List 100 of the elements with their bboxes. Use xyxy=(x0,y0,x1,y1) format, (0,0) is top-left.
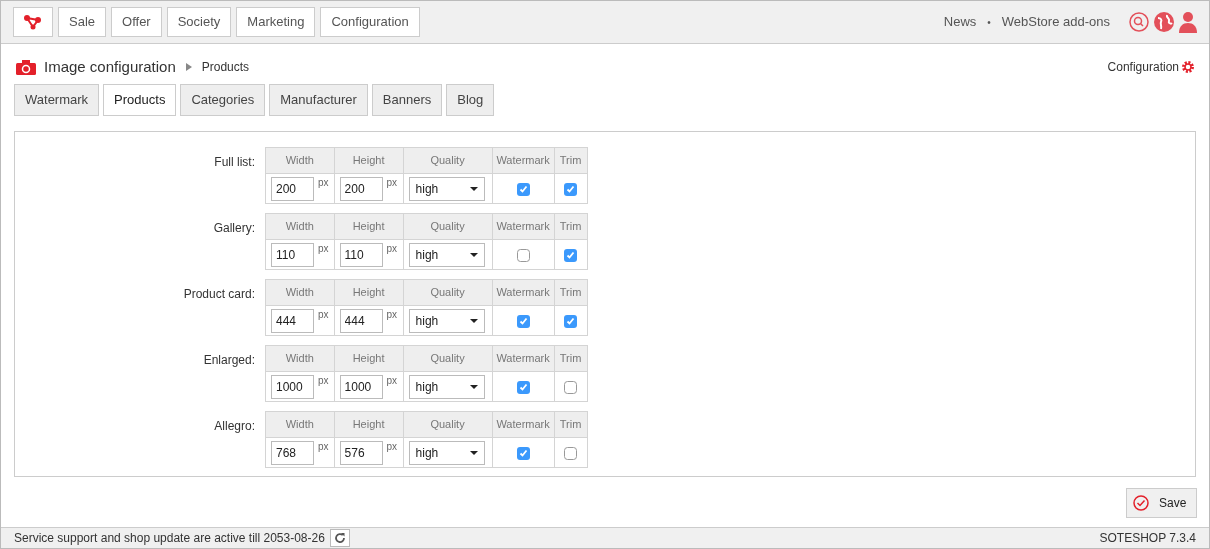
tab[interactable]: Categories xyxy=(180,84,266,116)
row-label: Product card: xyxy=(183,287,255,301)
quality-select[interactable]: high xyxy=(408,440,485,465)
nav-button[interactable]: Sale xyxy=(58,7,107,37)
checkbox[interactable] xyxy=(564,380,578,394)
row-label: Allegro: xyxy=(214,419,255,433)
column-header: Height xyxy=(334,213,404,240)
separator-dot: • xyxy=(987,15,991,30)
search-icon[interactable] xyxy=(1129,12,1149,32)
support-status-text: Service support and shop update are active till 2053-08-26 xyxy=(14,530,325,547)
quality-select[interactable]: high xyxy=(408,374,485,399)
checkbox[interactable] xyxy=(564,248,578,262)
unit-label: px xyxy=(318,307,329,322)
size-field[interactable]: 768 xyxy=(271,440,314,465)
quality-select[interactable]: high xyxy=(408,176,485,201)
column-header: Width xyxy=(265,345,335,372)
row-label: Full list: xyxy=(214,155,255,169)
tab[interactable]: Manufacturer xyxy=(269,84,368,116)
column-header: Width xyxy=(265,213,335,240)
nav-button[interactable]: Marketing xyxy=(236,7,316,37)
unit-label: px xyxy=(318,175,329,190)
configuration-link[interactable]: Configuration xyxy=(1107,58,1179,76)
column-header: Watermark xyxy=(492,411,555,438)
globe-icon[interactable] xyxy=(1154,12,1174,32)
unit-label: px xyxy=(386,307,398,322)
breadcrumb-arrow-icon xyxy=(185,63,192,71)
size-field[interactable]: 1000 xyxy=(271,374,314,399)
quality-select[interactable]: high xyxy=(408,242,485,267)
column-header: Watermark xyxy=(492,279,555,306)
column-header: Trim xyxy=(554,345,588,372)
size-field[interactable]: 444 xyxy=(339,308,383,333)
column-header: Width xyxy=(265,279,335,306)
caret-icon xyxy=(469,450,478,455)
size-field[interactable]: 1000 xyxy=(339,374,383,399)
caret-icon xyxy=(469,318,478,323)
row-label: Enlarged: xyxy=(203,353,255,367)
column-header: Quality xyxy=(403,411,493,438)
column-header: Height xyxy=(334,279,404,306)
column-header: Watermark xyxy=(492,345,555,372)
refresh-button[interactable] xyxy=(329,529,350,547)
size-field[interactable]: 576 xyxy=(339,440,383,465)
refresh-icon xyxy=(333,532,346,544)
checkbox[interactable] xyxy=(516,314,530,328)
size-field[interactable]: 444 xyxy=(271,308,314,333)
size-field[interactable]: 200 xyxy=(339,176,383,201)
news-link[interactable]: News xyxy=(943,12,977,32)
row-label: Gallery: xyxy=(213,221,255,235)
unit-label: px xyxy=(318,373,329,388)
column-header: Width xyxy=(265,411,335,438)
size-field[interactable]: 200 xyxy=(271,176,314,201)
column-header: Height xyxy=(334,411,404,438)
column-header: Quality xyxy=(403,279,493,306)
checkbox[interactable] xyxy=(564,182,578,196)
checkbox[interactable] xyxy=(516,248,530,262)
unit-label: px xyxy=(318,439,329,454)
size-field[interactable]: 110 xyxy=(339,242,383,267)
unit-label: px xyxy=(386,175,398,190)
caret-icon xyxy=(469,384,478,389)
column-header: Quality xyxy=(403,147,493,174)
logo-button[interactable] xyxy=(13,7,53,37)
column-header: Quality xyxy=(403,213,493,240)
tab[interactable]: Products xyxy=(103,84,177,116)
check-circle-icon xyxy=(1133,495,1149,511)
nav-button[interactable]: Offer xyxy=(111,7,162,37)
checkbox[interactable] xyxy=(564,314,578,328)
quality-select[interactable]: high xyxy=(408,308,485,333)
caret-icon xyxy=(469,252,478,257)
column-header: Height xyxy=(334,147,404,174)
unit-label: px xyxy=(386,373,398,388)
column-header: Trim xyxy=(554,147,588,174)
tab[interactable]: Blog xyxy=(446,84,495,116)
column-header: Width xyxy=(265,147,335,174)
caret-icon xyxy=(469,186,478,191)
checkbox[interactable] xyxy=(564,446,578,460)
gear-icon[interactable] xyxy=(1182,61,1194,73)
addons-link[interactable]: WebStore add-ons xyxy=(1001,12,1110,32)
column-header: Trim xyxy=(554,411,588,438)
unit-label: px xyxy=(386,241,398,256)
user-icon[interactable] xyxy=(1179,11,1197,33)
version-text: SOTESHOP 7.3.4 xyxy=(1099,530,1196,547)
unit-label: px xyxy=(386,439,398,454)
checkbox[interactable] xyxy=(516,182,530,196)
size-field[interactable]: 110 xyxy=(271,242,314,267)
column-header: Height xyxy=(334,345,404,372)
checkbox[interactable] xyxy=(516,446,530,460)
tab[interactable]: Watermark xyxy=(14,84,100,116)
column-header: Watermark xyxy=(492,213,555,240)
unit-label: px xyxy=(318,241,329,256)
checkbox[interactable] xyxy=(516,380,530,394)
column-header: Trim xyxy=(554,279,588,306)
save-button[interactable]: Save xyxy=(1126,488,1197,518)
camera-icon xyxy=(16,59,36,75)
nav-button[interactable]: Society xyxy=(166,7,232,37)
breadcrumb: Products xyxy=(201,59,250,76)
nav-button[interactable]: Configuration xyxy=(320,7,420,37)
column-header: Quality xyxy=(403,345,493,372)
tab[interactable]: Banners xyxy=(371,84,443,116)
column-header: Watermark xyxy=(492,147,555,174)
logo-icon xyxy=(24,14,42,30)
page-title: Image configuration xyxy=(44,56,176,77)
